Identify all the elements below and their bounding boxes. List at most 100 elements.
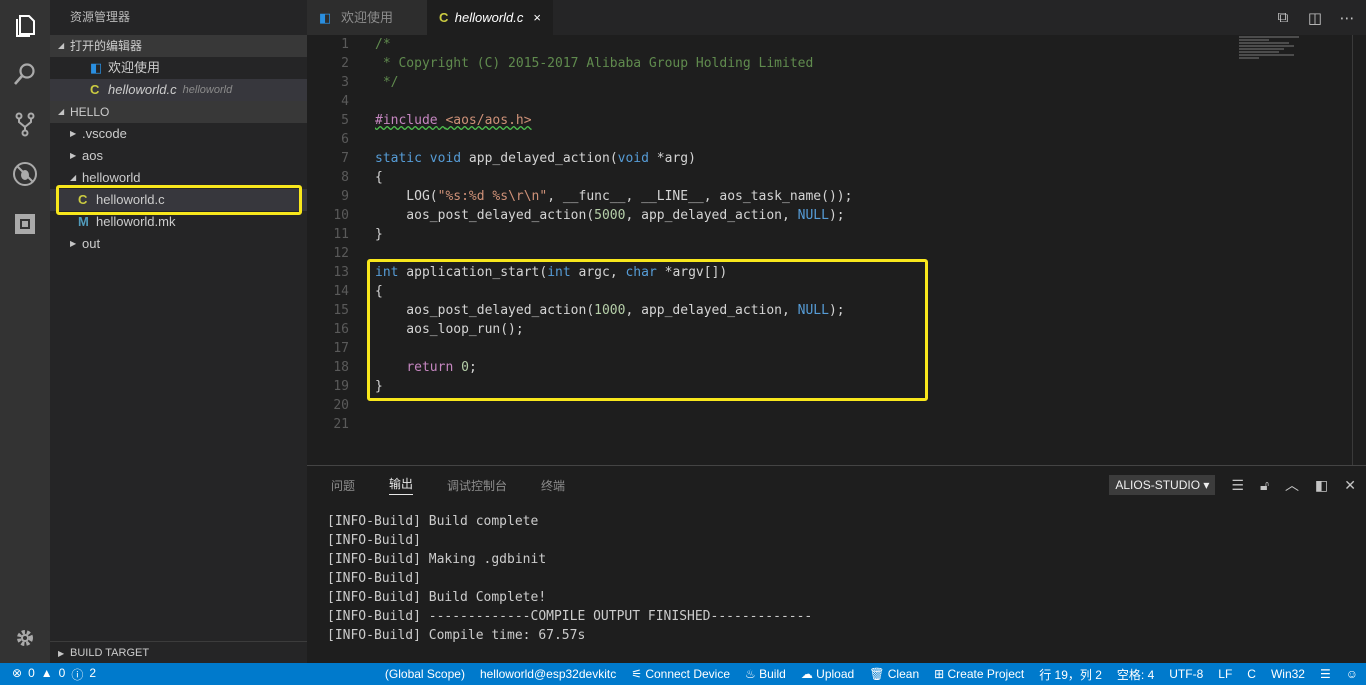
code-line[interactable]: 17 — [307, 339, 1237, 358]
close-panel-icon[interactable]: ✕ — [1344, 477, 1356, 494]
build-target-section[interactable]: ▶ BUILD TARGET — [50, 641, 307, 663]
open-editor-helloworld-c[interactable]: Chelloworld.c helloworld — [50, 79, 307, 101]
c-file-icon: C — [78, 192, 88, 207]
code-text: aos_loop_run(); — [375, 322, 524, 337]
code-line[interactable]: 19} — [307, 377, 1237, 396]
line-number: 17 — [333, 341, 349, 356]
clear-output-icon[interactable]: ☰ — [1231, 477, 1244, 494]
cloud-upload-icon: ☁ — [800, 667, 817, 681]
code-line[interactable]: 2 * Copyright (C) 2015-2017 Alibaba Grou… — [307, 54, 1237, 73]
line-ending[interactable]: LF — [1218, 667, 1232, 681]
output-log: [INFO-Build] Build complete [INFO-Build] [… — [307, 512, 1366, 645]
info-icon: ⓘ — [71, 667, 84, 682]
tree-folder-vscode[interactable]: ▶ .vscode — [50, 123, 307, 145]
code-line[interactable]: 15 aos_post_delayed_action(1000, app_del… — [307, 301, 1237, 320]
code-line[interactable]: 14 { — [307, 282, 1237, 301]
c-file-icon: C — [90, 82, 100, 97]
chevron-down-icon: ◢ — [58, 41, 65, 50]
code-line[interactable]: 9 LOG("%s:%d %s\r\n", __func__, __LINE__… — [307, 187, 1237, 206]
editor-scrollbar[interactable] — [1352, 35, 1366, 465]
platform[interactable]: Win32 — [1271, 667, 1305, 681]
tree-file-helloworld-mk[interactable]: Mhelloworld.mk — [50, 211, 307, 233]
code-line[interactable]: 7 static void app_delayed_action(void *ar… — [307, 149, 1237, 168]
code-text: * Copyright (C) 2015-2017 Alibaba Group … — [375, 56, 814, 71]
debug-icon[interactable] — [0, 149, 50, 199]
line-number: 7 — [341, 151, 349, 166]
code-text: int application_start(int argc, char *ar… — [375, 265, 728, 280]
tree-file-helloworld-c[interactable]: Chelloworld.c — [50, 189, 307, 211]
gear-icon[interactable] — [0, 613, 50, 663]
chevron-right-icon: ▶ — [58, 649, 65, 658]
chevron-down-icon: ◢ — [70, 173, 77, 182]
more-icon[interactable]: ⋯ — [1338, 9, 1356, 27]
tab-output[interactable]: 输出 — [389, 475, 414, 495]
code-line[interactable]: 18 return 0; — [307, 358, 1237, 377]
chevron-right-icon: ▶ — [70, 239, 77, 248]
code-line[interactable]: 8{ — [307, 168, 1237, 187]
connect-device-button[interactable]: ⚟ Connect Device — [631, 667, 730, 681]
code-line[interactable]: 16 aos_loop_run(); — [307, 320, 1237, 339]
search-icon[interactable] — [0, 49, 50, 99]
open-editor-welcome[interactable]: ◧ 欢迎使用 — [50, 57, 307, 79]
maximize-panel-icon[interactable]: ︿ — [1285, 475, 1299, 495]
tree-folder-aos[interactable]: ▶ aos — [50, 145, 307, 167]
upload-button[interactable]: ☁ Upload — [801, 667, 854, 681]
database-icon[interactable]: ☰ — [1320, 667, 1331, 681]
minimap[interactable] — [1239, 35, 1319, 75]
tab-helloworld-c[interactable]: Chelloworld.c × — [427, 0, 553, 35]
code-text: aos_post_delayed_action(5000, app_delaye… — [375, 208, 845, 223]
scope-indicator[interactable]: (Global Scope) — [385, 667, 465, 681]
output-line: [INFO-Build] Build Complete! — [327, 590, 547, 605]
close-icon[interactable]: × — [533, 0, 541, 35]
explorer-icon[interactable] — [0, 0, 50, 50]
split-editor-icon[interactable]: ◫ — [1306, 9, 1324, 27]
code-line[interactable]: 1 /* — [307, 35, 1237, 54]
output-line: [INFO-Build] — [327, 533, 421, 548]
problems-summary[interactable]: ⊗ 0 ▲ 0 ⓘ 2 — [0, 666, 96, 683]
code-text: #include <aos/aos.h> — [375, 113, 532, 128]
code-line[interactable]: 3 */ — [307, 73, 1237, 92]
clean-button[interactable]: 🗑︎ Clean — [869, 667, 919, 681]
code-line[interactable]: 4 — [307, 92, 1237, 111]
build-target-indicator[interactable]: helloworld@esp32devkitc — [480, 667, 616, 681]
code-line[interactable]: 12 — [307, 244, 1237, 263]
language-mode[interactable]: C — [1247, 667, 1256, 681]
code-line[interactable]: 13 int application_start(int argc, char *… — [307, 263, 1237, 282]
toggle-panel-position-icon[interactable]: ◧ — [1315, 477, 1328, 494]
lock-scroll-icon[interactable]: 🔓︎ — [1260, 477, 1269, 494]
code-line[interactable]: 5 #include <aos/aos.h> — [307, 111, 1237, 130]
line-number: 1 — [341, 37, 349, 52]
source-control-icon[interactable] — [0, 99, 50, 149]
code-line[interactable]: 21 — [307, 415, 1237, 434]
tree-folder-out[interactable]: ▶ out — [50, 233, 307, 255]
code-line[interactable]: 10 aos_post_delayed_action(5000, app_del… — [307, 206, 1237, 225]
feedback-smiley-icon[interactable]: ☺ — [1346, 667, 1358, 681]
cursor-position[interactable]: 行 19，列 2 — [1039, 666, 1102, 683]
flame-icon: ♨ — [745, 667, 760, 681]
code-line[interactable]: 11} — [307, 225, 1237, 244]
code-line[interactable]: 6 — [307, 130, 1237, 149]
code-editor[interactable]: 1 /* 2 * Copyright (C) 2015-2017 Alibaba G… — [307, 35, 1366, 465]
code-text: { — [375, 284, 383, 299]
code-text: static void app_delayed_action(void *arg… — [375, 151, 696, 166]
workspace-label: HELLO — [70, 105, 110, 119]
extensions-icon[interactable] — [0, 199, 50, 249]
encoding[interactable]: UTF-8 — [1169, 667, 1203, 681]
tab-problems[interactable]: 问题 — [331, 477, 355, 494]
vscode-icon: ◧ — [90, 60, 103, 75]
code-line[interactable]: 20 — [307, 396, 1237, 415]
vscode-icon: ◧ — [319, 10, 332, 25]
build-button[interactable]: ♨ Build — [745, 667, 786, 681]
output-channel-select[interactable]: ALIOS-STUDIO ▾ — [1109, 475, 1216, 495]
workspace-header[interactable]: ◢ HELLO — [50, 101, 307, 123]
editor-tabs: ◧ 欢迎使用 Chelloworld.c × ⧉ ◫ ⋯ — [307, 0, 1366, 35]
indentation[interactable]: 空格: 4 — [1117, 666, 1154, 683]
tree-folder-helloworld[interactable]: ◢ helloworld — [50, 167, 307, 189]
line-number: 19 — [333, 379, 349, 394]
tab-welcome[interactable]: ◧ 欢迎使用 — [307, 0, 427, 35]
create-project-button[interactable]: ⊞ Create Project — [934, 667, 1024, 681]
open-preview-icon[interactable]: ⧉ — [1274, 9, 1292, 26]
tab-debug-console[interactable]: 调试控制台 — [447, 477, 507, 494]
open-editors-header[interactable]: ◢ 打开的编辑器 — [50, 35, 307, 57]
tab-terminal[interactable]: 终端 — [541, 477, 565, 494]
